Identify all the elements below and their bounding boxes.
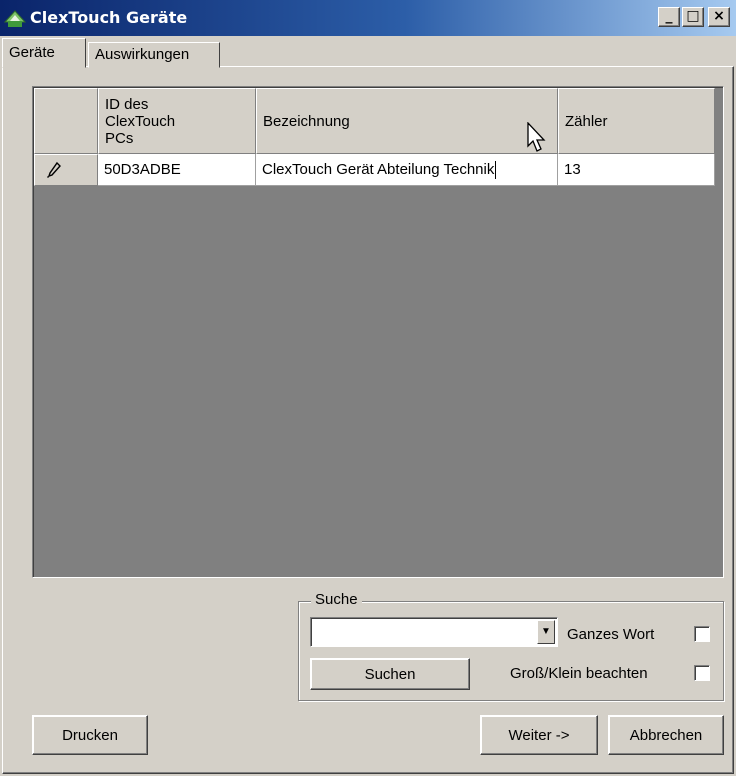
column-header-id[interactable]: ID des ClexTouch PCs <box>98 88 256 154</box>
print-button[interactable]: Drucken <box>32 715 148 755</box>
column-header-bezeichnung[interactable]: Bezeichnung <box>256 88 558 154</box>
column-header-zaehler[interactable]: Zähler <box>558 88 715 154</box>
minimize-button[interactable]: _ <box>658 7 680 27</box>
tab-geraete-label: Geräte <box>9 44 55 61</box>
dropdown-button[interactable]: ▼ <box>537 620 555 644</box>
minimize-icon: _ <box>665 8 673 24</box>
pencil-icon <box>47 161 61 178</box>
cell-id[interactable]: 50D3ADBE <box>98 154 256 186</box>
cancel-button[interactable]: Abbrechen <box>608 715 724 755</box>
whole-word-label: Ganzes Wort <box>567 626 655 643</box>
search-group-label: Suche <box>311 591 362 608</box>
chevron-down-icon: ▼ <box>541 626 551 637</box>
cell-zaehler[interactable]: 13 <box>558 154 715 186</box>
maximize-icon: □ <box>686 8 700 24</box>
window-title: ClexTouch Geräte <box>30 8 188 27</box>
tab-auswirkungen[interactable]: Auswirkungen <box>88 42 220 68</box>
cell-bezeichnung[interactable]: ClexTouch Gerät Abteilung Technik <box>256 154 558 186</box>
title-bar[interactable]: ClexTouch Geräte _ □ × <box>0 0 736 36</box>
text-caret <box>495 160 497 179</box>
search-combobox[interactable]: ▼ <box>310 617 558 647</box>
grid-header: ID des ClexTouch PCs Bezeichnung Zähler <box>34 88 715 154</box>
tab-geraete[interactable]: Geräte <box>2 38 86 68</box>
column-header-row-selector[interactable] <box>34 88 98 154</box>
whole-word-checkbox[interactable] <box>694 626 710 642</box>
app-icon <box>4 10 26 27</box>
table-row[interactable]: 50D3ADBE ClexTouch Gerät Abteilung Techn… <box>34 154 715 186</box>
next-button[interactable]: Weiter -> <box>480 715 598 755</box>
close-icon: × <box>713 8 725 24</box>
case-sensitive-checkbox[interactable] <box>694 665 710 681</box>
devices-grid[interactable]: ID des ClexTouch PCs Bezeichnung Zähler … <box>32 86 724 578</box>
tab-auswirkungen-label: Auswirkungen <box>95 46 190 63</box>
app-window: ClexTouch Geräte _ □ × Geräte Auswirkung… <box>0 0 736 776</box>
maximize-button[interactable]: □ <box>682 7 704 27</box>
row-selector[interactable] <box>34 154 98 186</box>
case-sensitive-label: Groß/Klein beachten <box>510 665 648 682</box>
cell-bezeichnung-text[interactable]: ClexTouch Gerät Abteilung Technik <box>262 161 494 178</box>
close-button[interactable]: × <box>708 7 730 27</box>
search-button[interactable]: Suchen <box>310 658 470 690</box>
mouse-cursor-icon <box>527 122 546 152</box>
